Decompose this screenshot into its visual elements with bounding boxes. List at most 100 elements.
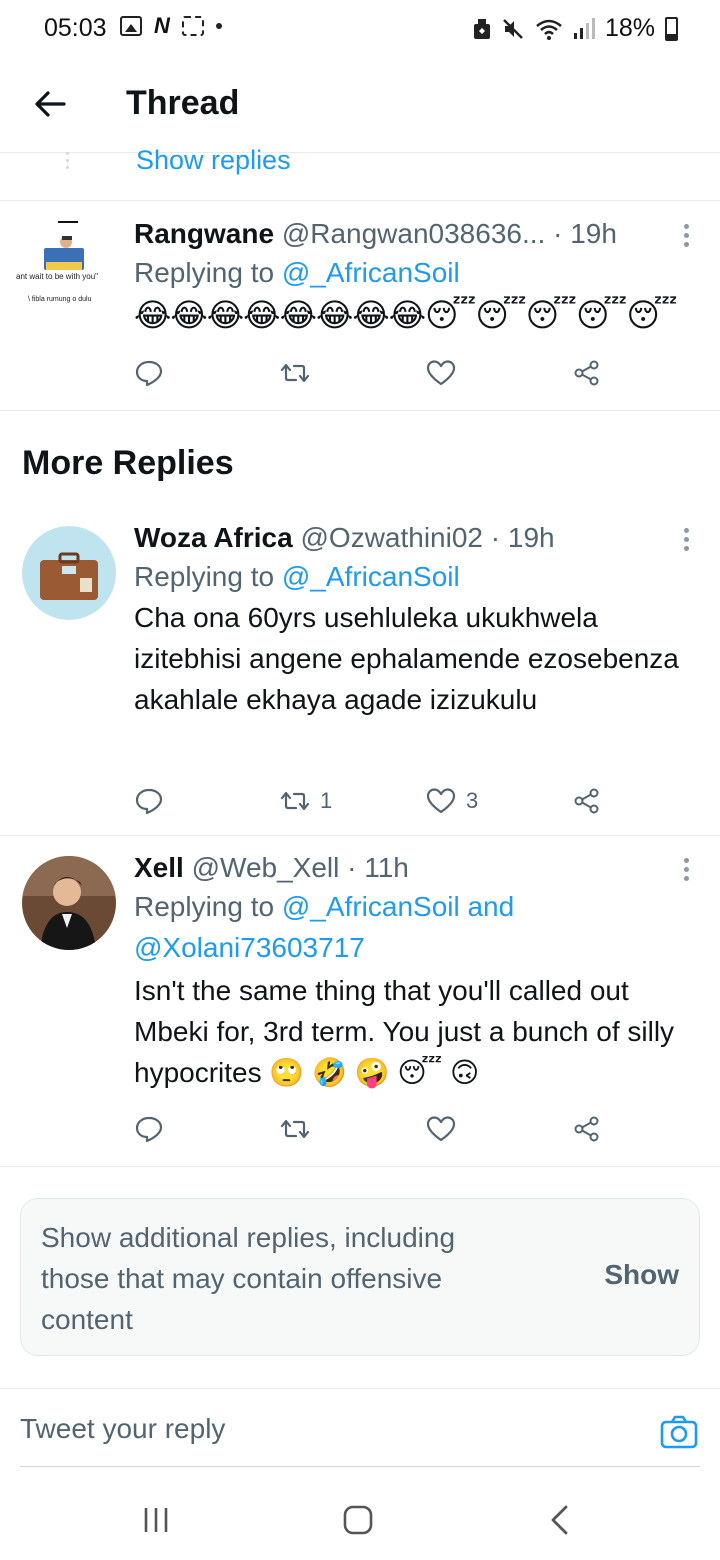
share-icon xyxy=(574,360,599,386)
divider xyxy=(0,1166,720,1167)
status-system-icons: 18% xyxy=(473,14,678,43)
tweet-rangwane[interactable]: ant wait to be with you" \ fibla rumung … xyxy=(0,200,720,410)
tweet-woza-africa[interactable]: Woza Africa @Ozwathini02 · 19h Replying … xyxy=(0,508,720,834)
heart-icon xyxy=(426,360,456,386)
battery-level: 18% xyxy=(604,14,655,42)
tweet-header: Xell @Web_Xell · 11h xyxy=(134,850,654,886)
heart-icon xyxy=(426,1116,456,1142)
tweet-time: · 19h xyxy=(553,218,617,249)
avatar-person-image xyxy=(22,856,116,950)
page-title: Thread xyxy=(126,84,240,122)
retweet-icon xyxy=(280,791,310,811)
mute-icon xyxy=(503,18,523,39)
signal-icon xyxy=(573,17,595,39)
tweet-text: 😂😂😂😂😂😂😂😂😴😴😴😴😴 xyxy=(134,296,678,334)
thread-header: Thread xyxy=(0,60,720,152)
tweet-body: Woza Africa @Ozwathini02 · 19h Replying … xyxy=(134,520,690,720)
dot-icon xyxy=(215,23,222,29)
tweet-actions xyxy=(134,1114,614,1154)
screenshot-icon xyxy=(181,16,204,36)
reply-button[interactable] xyxy=(134,786,164,816)
recents-icon[interactable] xyxy=(136,1500,176,1540)
system-navigation-bar xyxy=(0,1478,720,1560)
tweet-body: Rangwane @Rangwan038636... · 19h Replyin… xyxy=(134,216,690,337)
avatar-caption-2: \ fibla rumung o dulu xyxy=(28,296,92,303)
status-time: 05:03 xyxy=(44,14,107,42)
additional-replies-box: Show additional replies, including those… xyxy=(20,1198,700,1356)
share-icon xyxy=(574,788,599,814)
status-notification-icons: N xyxy=(120,13,222,38)
back-arrow-icon[interactable] xyxy=(30,84,70,124)
retweet-button[interactable] xyxy=(280,1114,310,1144)
tweet-xell[interactable]: Xell @Web_Xell · 11h Replying to @_Afric… xyxy=(0,836,720,1166)
like-button[interactable] xyxy=(426,358,456,388)
back-icon[interactable] xyxy=(540,1500,580,1540)
author-handle[interactable]: @Ozwathini02 xyxy=(300,522,483,553)
replying-to: Replying to @_AfricanSoil xyxy=(134,252,690,293)
tweet-time: · 19h xyxy=(490,522,555,553)
cleaner-icon xyxy=(473,18,490,39)
replying-prefix: Replying to xyxy=(134,257,282,288)
header-divider xyxy=(0,152,720,153)
divider xyxy=(0,410,720,411)
home-icon[interactable] xyxy=(338,1500,378,1540)
additional-replies-text: Show additional replies, including those… xyxy=(41,1222,456,1335)
like-count: 3 xyxy=(466,788,479,813)
share-icon xyxy=(574,1116,599,1142)
image-icon xyxy=(120,16,142,36)
camera-icon[interactable] xyxy=(660,1415,698,1449)
tweet-body: Xell @Web_Xell · 11h Replying to @_Afric… xyxy=(134,850,690,1093)
avatar-suitcase-image xyxy=(22,526,116,620)
tweet-time: · 11h xyxy=(347,852,409,883)
replying-prefix: Replying to xyxy=(134,561,282,592)
avatar[interactable] xyxy=(22,526,116,620)
retweet-icon xyxy=(280,1119,310,1139)
retweet-count: 1 xyxy=(320,788,333,813)
reply-button[interactable] xyxy=(134,358,164,388)
author-handle[interactable]: @Rangwan038636... xyxy=(282,218,546,249)
tweet-reply-input[interactable] xyxy=(20,1407,580,1451)
avatar[interactable]: ant wait to be with you" \ fibla rumung … xyxy=(16,218,116,318)
reply-composer xyxy=(0,1388,720,1468)
heart-icon xyxy=(426,788,456,814)
tweet-header: Rangwane @Rangwan038636... · 19h xyxy=(134,216,654,252)
replying-to-link[interactable]: @_AfricanSoil xyxy=(282,257,460,288)
section-title-more-replies: More Replies xyxy=(22,444,234,482)
reply-button[interactable] xyxy=(134,1114,164,1144)
avatar-illustration xyxy=(44,221,84,270)
tweet-actions xyxy=(134,358,614,398)
avatar-caption-1: ant wait to be with you" xyxy=(16,272,98,281)
replying-to: Replying to @_AfricanSoil xyxy=(134,556,690,597)
author-name[interactable]: Woza Africa xyxy=(134,522,293,553)
wifi-icon xyxy=(536,19,562,40)
thread-connector xyxy=(66,152,70,172)
replying-to: Replying to @_AfricanSoil and @Xolani736… xyxy=(134,886,690,968)
reply-icon xyxy=(135,360,163,387)
author-name[interactable]: Xell xyxy=(134,852,184,883)
retweet-icon xyxy=(280,363,310,383)
status-bar: 05:03 N 18% xyxy=(0,0,720,60)
battery-icon xyxy=(665,16,678,41)
avatar[interactable] xyxy=(22,856,116,950)
tweet-text: Cha ona 60yrs usehluleka ukukhwela izite… xyxy=(134,602,679,715)
show-replies-link[interactable]: Show replies xyxy=(136,145,291,176)
n-icon: N xyxy=(154,13,170,38)
share-button[interactable] xyxy=(572,358,602,388)
tweet-header: Woza Africa @Ozwathini02 · 19h xyxy=(134,520,654,556)
author-handle[interactable]: @Web_Xell xyxy=(192,852,340,883)
show-additional-replies-button[interactable]: Show xyxy=(604,1259,679,1291)
author-name[interactable]: Rangwane xyxy=(134,218,274,249)
replying-to-link[interactable]: @_AfricanSoil xyxy=(282,561,460,592)
tweet-text: Isn't the same thing that you'll called … xyxy=(134,975,675,1088)
reply-icon xyxy=(135,788,163,815)
tweet-actions: 1 3 xyxy=(134,786,614,826)
composer-underline xyxy=(20,1466,700,1467)
replying-prefix: Replying to xyxy=(134,891,282,922)
like-button[interactable] xyxy=(426,1114,456,1144)
like-button[interactable]: 3 xyxy=(426,786,478,816)
reply-icon xyxy=(135,1116,163,1143)
share-button[interactable] xyxy=(572,786,602,816)
share-button[interactable] xyxy=(572,1114,602,1144)
retweet-button[interactable]: 1 xyxy=(280,786,332,816)
retweet-button[interactable] xyxy=(280,358,310,388)
